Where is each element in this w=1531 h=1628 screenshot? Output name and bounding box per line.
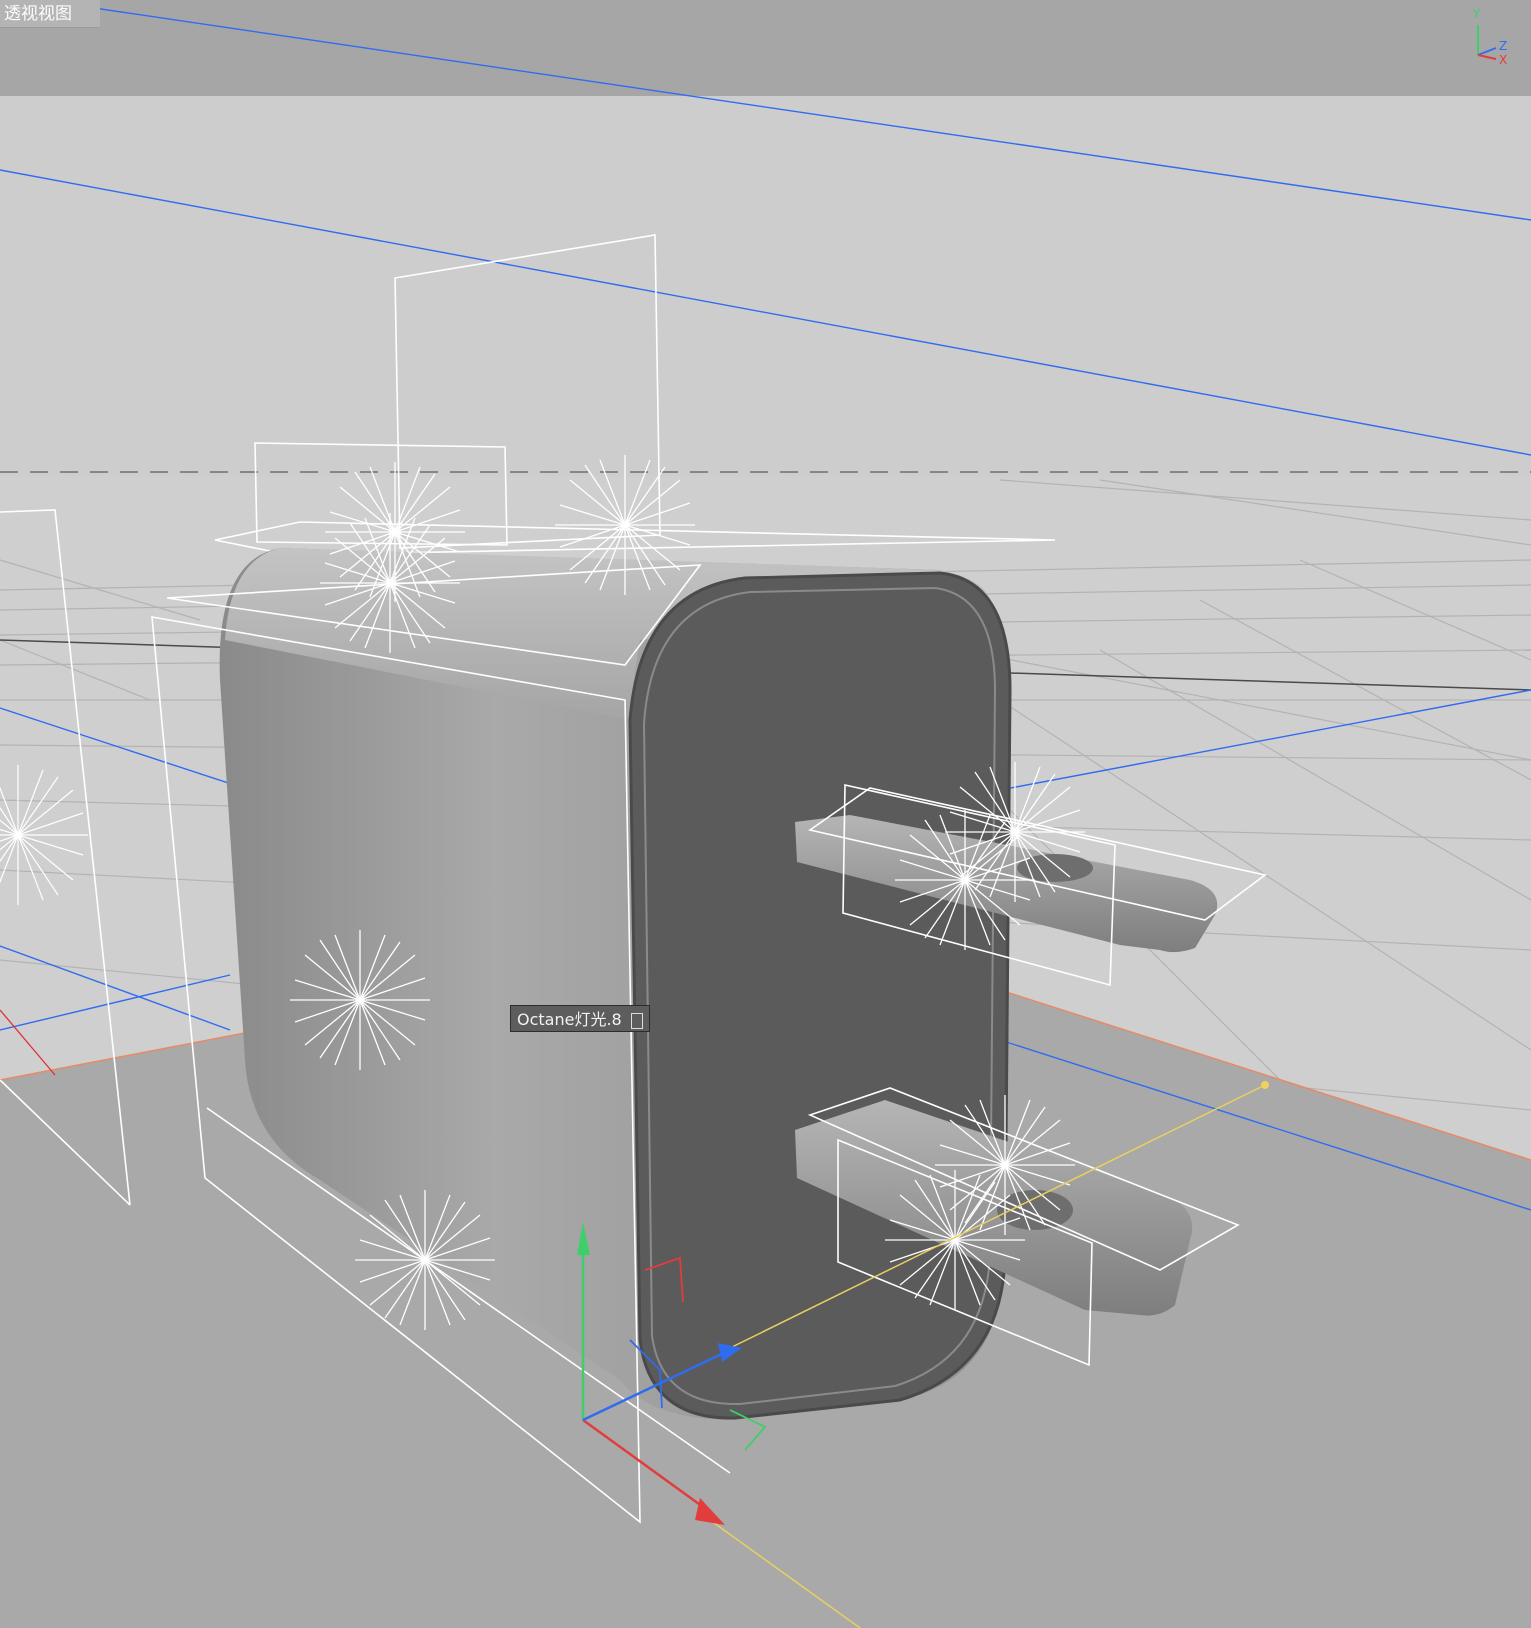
perspective-viewport[interactable]: Y Z X 透视视图 Octane灯光.8 (0, 0, 1531, 1628)
viewport-title[interactable]: 透视视图 (0, 0, 100, 28)
gizmo-rail-handle[interactable] (1261, 1081, 1269, 1089)
charger-front-face (628, 571, 1012, 1420)
viewport-canvas[interactable]: Y Z X (0, 0, 1531, 1628)
viewport-header-band (0, 0, 1531, 96)
hand-cursor-icon (630, 1012, 643, 1029)
axis-widget-z-label: Z (1499, 39, 1507, 53)
viewport-sky (0, 96, 1531, 476)
axis-widget-x-label: X (1499, 53, 1507, 67)
object-tooltip: Octane灯光.8 (510, 1005, 650, 1032)
tooltip-text: Octane灯光.8 (517, 1010, 622, 1029)
axis-widget-y-label: Y (1472, 7, 1481, 21)
